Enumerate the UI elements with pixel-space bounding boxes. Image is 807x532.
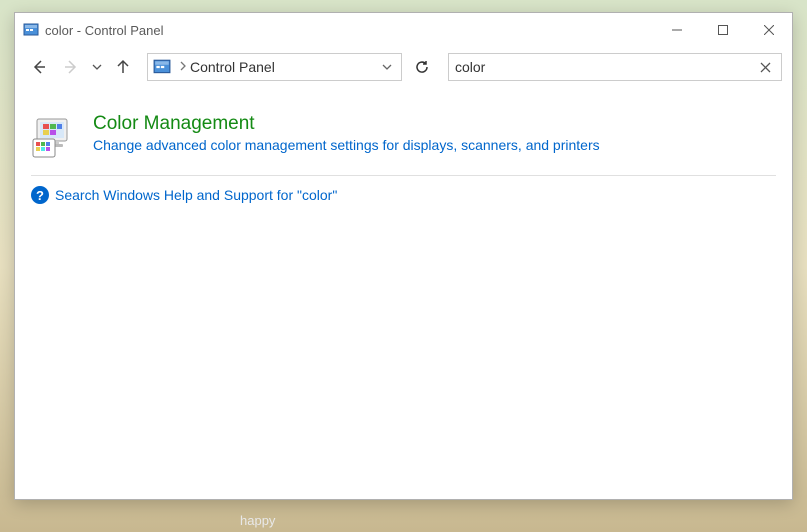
forward-button[interactable] (57, 53, 85, 81)
search-input[interactable] (455, 59, 755, 75)
color-management-icon (31, 115, 81, 159)
search-result: Color Management Change advanced color m… (31, 105, 776, 175)
help-search-link[interactable]: Search Windows Help and Support for "col… (55, 187, 337, 203)
chevron-right-icon[interactable] (180, 61, 186, 74)
help-icon: ? (31, 186, 49, 204)
recent-locations-dropdown[interactable] (89, 53, 105, 81)
close-button[interactable] (746, 13, 792, 47)
divider (31, 175, 776, 176)
up-button[interactable] (109, 53, 137, 81)
address-bar[interactable]: Control Panel (147, 53, 402, 81)
control-panel-icon (23, 22, 39, 38)
back-button[interactable] (25, 53, 53, 81)
search-bar (448, 53, 782, 81)
result-description-link[interactable]: Change advanced color management setting… (93, 137, 600, 153)
control-panel-window: color - Control Panel (14, 12, 793, 500)
result-text: Color Management Change advanced color m… (93, 113, 600, 153)
refresh-button[interactable] (408, 53, 436, 81)
stray-text: happy (240, 513, 275, 528)
window-title: color - Control Panel (45, 23, 654, 38)
help-row: ? Search Windows Help and Support for "c… (31, 186, 776, 204)
navigation-toolbar: Control Panel (15, 47, 792, 87)
window-controls (654, 13, 792, 47)
clear-search-button[interactable] (755, 62, 775, 73)
minimize-button[interactable] (654, 13, 700, 47)
maximize-button[interactable] (700, 13, 746, 47)
address-dropdown[interactable] (377, 54, 397, 80)
result-title[interactable]: Color Management (93, 113, 600, 135)
content-area: Color Management Change advanced color m… (15, 87, 792, 499)
control-panel-icon (152, 57, 172, 77)
titlebar: color - Control Panel (15, 13, 792, 47)
breadcrumb-location[interactable]: Control Panel (190, 59, 275, 75)
